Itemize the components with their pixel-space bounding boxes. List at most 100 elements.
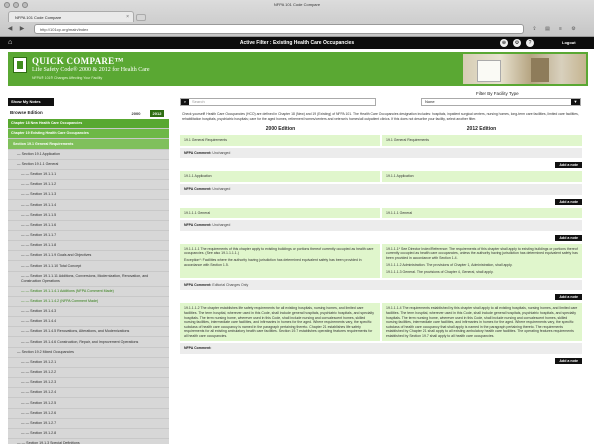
tab-bar: NFPA 101 Code Compare × xyxy=(0,10,594,22)
code-text: 19.1 General Requirements xyxy=(184,138,227,143)
sidebar-item[interactable]: — — Section 19.1.1.2 xyxy=(8,180,169,191)
code-text: 19.1.1.1* See Director Index/Reference: … xyxy=(386,246,578,260)
add-icon[interactable]: ⊕ xyxy=(500,39,508,47)
sidebar-item[interactable]: — — Section 19.1.1.6 xyxy=(8,221,169,231)
share-icon[interactable]: ⇪ xyxy=(530,25,539,33)
sidebar-item[interactable]: — — Section 19.1.1.10 Total Concept xyxy=(8,261,169,272)
add-note-button[interactable]: Add a note xyxy=(555,234,582,241)
chevron-down-icon[interactable]: ▼ xyxy=(571,99,580,105)
show-my-notes-button[interactable]: Show My Notes xyxy=(8,98,54,106)
sidebar-item[interactable]: — — Section 19.1.2.3 xyxy=(8,378,169,389)
edition-2000-tab[interactable]: 2000 xyxy=(129,110,143,117)
sidebar-item[interactable]: — — Section 19.1.2.8 xyxy=(8,429,169,440)
sidebar-item[interactable]: — Section 19.1 Application xyxy=(8,150,169,160)
cell-2000: 19.1.1.1.1 The requirements of this chap… xyxy=(180,243,380,278)
sidebar-item[interactable]: — — Section 19.1.2.5 xyxy=(8,398,169,409)
forward-icon[interactable]: ▶ xyxy=(18,25,26,33)
bookmarks-icon[interactable]: ▤ xyxy=(543,25,552,33)
comment-label: NFPA Comment: xyxy=(184,223,212,228)
col-2012-heading: 2012 Edition xyxy=(466,126,497,133)
note-row: Add a note xyxy=(180,158,582,169)
compare-section: 19.1.1 Application 19.1.1 Application NFPA… xyxy=(180,171,582,205)
facility-type-select[interactable]: None ▼ xyxy=(421,98,581,106)
intro-text: Check yourself! Health Care Occupancies … xyxy=(182,112,579,121)
sidebar-item[interactable]: Chapter 18 New Health Care Occupancies xyxy=(8,119,169,130)
sidebar-item[interactable]: — — Section 19.1.2.6 xyxy=(8,409,169,419)
add-note-button[interactable]: Add a note xyxy=(555,198,582,205)
sidebar-item[interactable]: — — Section 19.1.4.4 xyxy=(8,317,169,328)
sidebar-item[interactable]: — — Section 19.1.1.7 xyxy=(8,231,169,242)
code-text: 19.1.1.1.3 General. The provisions of Ch… xyxy=(386,270,494,275)
search-input[interactable]: ⌕ Search xyxy=(180,98,376,106)
facility-type-value: None xyxy=(425,99,435,104)
sidebar-item[interactable]: — — Section 19.1.4.3 xyxy=(8,307,169,318)
browser-tab[interactable]: NFPA 101 Code Compare × xyxy=(8,11,134,22)
tab-title: NFPA 101 Code Compare xyxy=(15,15,62,20)
book-logo-icon xyxy=(13,57,27,73)
sidebar-item[interactable]: — — Section 19.1.1.4 xyxy=(8,200,169,211)
cell-2012: 19.1.1.1.4 The requirements established … xyxy=(382,303,582,342)
close-tab-icon[interactable]: × xyxy=(126,14,129,20)
compare-row: 19.1.1.1.2 The chapter establishes life … xyxy=(180,303,582,342)
header-icons: ⊕ ⚙ ? xyxy=(500,39,534,47)
gear-icon[interactable]: ⚙ xyxy=(513,39,521,47)
sidebar-item[interactable]: — — Section 19.1.1.4.1 Additions (NFPA C… xyxy=(8,287,169,297)
sidebar-item[interactable]: — — Section 19.1.2.2 xyxy=(8,368,169,379)
sidebar-item[interactable]: — — Section 19.1.2.7 xyxy=(8,419,169,429)
help-icon[interactable]: ? xyxy=(526,39,534,47)
product-banner: QUICK COMPARE™ Life Safety Code® 2000 & … xyxy=(8,52,588,86)
cell-2012: 19.1.1.1* See Director Index/Reference: … xyxy=(382,243,582,278)
note-row: Add a note xyxy=(180,231,582,242)
sidebar-item[interactable]: Chapter 19 Existing Health Care Occupanc… xyxy=(8,129,169,140)
compare-content: Check yourself! Health Care Occupancies … xyxy=(180,112,582,367)
edition-2012-tab[interactable]: 2012 xyxy=(150,110,164,117)
compare-row: 19.1.1.1.1 The requirements of this chap… xyxy=(180,243,582,278)
code-text: 19.1.1.1.4 The requirements established … xyxy=(386,306,578,338)
code-text: 19.1.1 Application xyxy=(386,174,414,179)
code-text: 19.1.1.1 General xyxy=(386,210,413,215)
sidebar-item[interactable]: — — Section 19.1.1.5 xyxy=(8,211,169,221)
comment-label: NFPA Comment: xyxy=(184,346,212,351)
cell-2000: 19.1.1 Application xyxy=(180,171,380,182)
code-text: 19.1 General Requirements xyxy=(386,138,429,143)
sidebar-item[interactable]: — — Section 19.1.1.9 Goals and Objective… xyxy=(8,251,169,262)
logout-link[interactable]: Logout xyxy=(562,37,576,49)
nfpa-comment: NFPA Comment: Unchanged xyxy=(180,147,582,159)
banner-tagline: NFPA® 101® Changes Affecting Your Facili… xyxy=(32,76,103,80)
code-text: Exception*: Facilities where the authori… xyxy=(184,258,362,268)
code-text: 19.1.1.1.1 The requirements of this chap… xyxy=(184,246,374,256)
sidebar-item[interactable]: — — Section 19.1.1.4.2 (NFPA Comment Mad… xyxy=(8,297,169,307)
code-text: 19.1.1 Application xyxy=(184,174,212,179)
sidebar-item[interactable]: — — Section 19.1.4.6 Construction, Repai… xyxy=(8,337,169,348)
sidebar-item[interactable]: — — Section 19.1.4.5 Renovations, Altera… xyxy=(8,327,169,338)
code-text: 19.1.1.1 General xyxy=(184,210,211,215)
settings-icon[interactable]: ⚙ xyxy=(569,25,578,33)
new-tab-button[interactable] xyxy=(136,14,146,21)
back-icon[interactable]: ◀ xyxy=(6,25,14,33)
add-note-button[interactable]: Add a note xyxy=(555,358,582,365)
add-note-button[interactable]: Add a note xyxy=(555,294,582,301)
compare-section: 19.1.1.1.1 The requirements of this chap… xyxy=(180,243,582,302)
sidebar-item[interactable]: — — Section 19.1.2.1 xyxy=(8,358,169,368)
sidebar-item[interactable]: — Section 19.1.1 General xyxy=(8,160,169,170)
url-field[interactable]: http://101cp.org/main/index xyxy=(34,24,524,34)
col-2000-heading: 2000 Edition xyxy=(265,126,296,133)
comment-value: Editorial Changes Only xyxy=(211,282,249,287)
sidebar-item[interactable]: — — Section 19.1.2.4 xyxy=(8,388,169,399)
address-row: ◀ ▶ http://101cp.org/main/index ⇪ ▤ ≡ ⚙ xyxy=(0,22,594,36)
sidebar-item[interactable]: — — Section 19.1.1.11 Additions, Convers… xyxy=(8,272,169,287)
sidebar-item[interactable]: — — Section 19.1.1.1 xyxy=(8,170,169,181)
reader-icon[interactable]: ≡ xyxy=(556,25,565,33)
browse-sidebar: Browse Edition 2000 2012 Chapter 18 New … xyxy=(8,108,169,444)
compare-row: 19.1.1 Application 19.1.1 Application xyxy=(180,171,582,182)
sidebar-item[interactable]: Section 19.1 General Requirements xyxy=(8,139,169,150)
sidebar-header: Browse Edition 2000 2012 xyxy=(8,108,169,119)
sidebar-item[interactable]: — — Section 19.1.1.8 xyxy=(8,241,169,252)
sidebar-item[interactable]: — Section 19.2 Mixed Occupancies xyxy=(8,348,169,358)
code-text: 19.1.1.1.2 The chapter establishes life … xyxy=(184,306,375,338)
search-icon[interactable]: ⌕ xyxy=(181,99,189,105)
sidebar-item[interactable]: — — Section 19.1.1.3 xyxy=(8,190,169,201)
note-row: Add a note xyxy=(180,290,582,301)
add-note-button[interactable]: Add a note xyxy=(555,162,582,169)
sidebar-item[interactable]: — — Section 19.1.3 Special Definitions xyxy=(8,439,169,444)
